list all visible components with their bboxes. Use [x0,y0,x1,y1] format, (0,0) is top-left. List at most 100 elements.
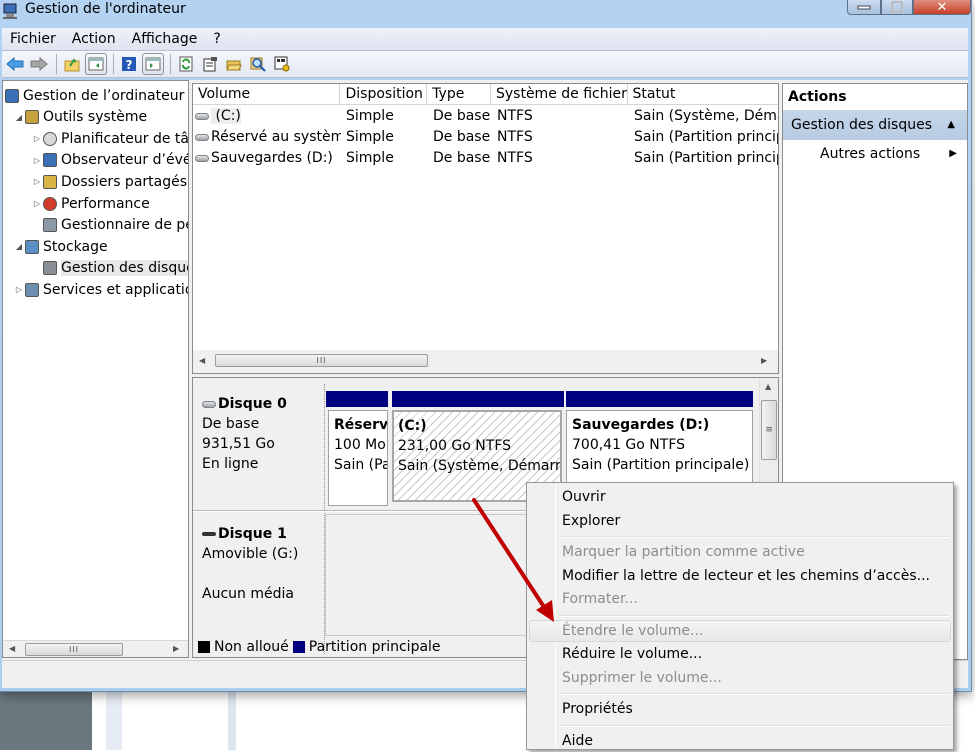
tree-item[interactable]: Gestion de l’ordinateur (l [5,85,188,106]
expanded-icon[interactable]: ◢ [13,242,25,251]
menu-view[interactable]: Affichage [124,31,206,47]
legend-primary-swatch [292,641,305,653]
column-header-type[interactable]: Type [427,84,491,105]
scrollbar-thumb[interactable]: III [25,643,123,656]
disk-1-label[interactable]: Disque 1 Amovible (G:) Aucun média [193,524,323,604]
tree-item[interactable]: ◢ Outils système [13,107,147,128]
partition-info: (C:) 231,00 Go NTFS Sain (Système, Démar… [394,412,560,476]
services-icon [25,282,39,297]
cell-volume: (C:) [211,108,241,124]
menu-item-ouvrir[interactable]: Ouvrir [529,486,951,508]
forward-arrow-icon [30,57,48,71]
disk-management-icon [43,261,57,276]
menu-help[interactable]: ? [205,31,228,47]
tree-item[interactable]: Gestionnaire de pé [31,215,188,236]
collapsed-icon[interactable]: ▷ [31,156,43,165]
search-button[interactable] [247,53,269,75]
clock-icon [43,131,57,146]
more-actions-label: Autres actions [820,146,921,162]
partition-size: 231,00 Go NTFS [398,438,512,454]
tree-item[interactable]: ◢ Stockage [13,236,108,257]
show-hide-console-tree-button[interactable] [85,53,107,75]
tree-item[interactable]: ▷ Planificateur de tâc [31,128,188,149]
help-button[interactable]: ? [118,53,140,75]
partition-name: Sauvegardes (D:) [572,417,710,433]
tree-item[interactable]: ▷ Observateur d’évér [31,150,188,171]
up-level-button[interactable] [61,53,83,75]
menu-separator [559,724,949,727]
column-header-disposition[interactable]: Disposition [340,84,428,105]
back-button[interactable] [4,53,26,75]
menu-item-explorer[interactable]: Explorer [529,510,951,532]
menu-item-supprimer-le-volume[interactable]: Supprimer le volume... [529,667,951,689]
menu-item-etendre-le-volume[interactable]: Étendre le volume... [529,619,951,642]
open-button[interactable] [223,53,245,75]
volume-icon [195,154,209,162]
cell-status: Sain (Système, Démarrer [634,108,778,124]
forward-button[interactable] [28,53,50,75]
partition-reserved[interactable]: Réservé au système 100 Mo NTFS Sain (Par… [328,410,388,506]
menu-file[interactable]: Fichier [2,31,64,47]
scroll-up-icon[interactable]: ▲ [765,382,771,391]
menu-item-proprietes[interactable]: Propriétés [529,698,951,720]
collapsed-icon[interactable]: ▷ [13,285,25,294]
tree-item[interactable]: ▷ Dossiers partagés [31,171,187,192]
partition-name: (C:) [398,418,427,434]
cell-disposition: Simple [346,150,394,166]
menu-item-marquer-la-partition-comme-active[interactable]: Marquer la partition comme active [529,541,951,563]
svg-text:?: ? [126,58,133,72]
legend-unallocated-label: Non alloué [214,639,289,655]
collapsed-icon[interactable]: ▷ [31,134,43,143]
show-hide-console-tree-icon [88,57,104,71]
volume-row[interactable]: Réservé au système Simple De base NTFS Sain … [193,127,778,148]
scrollbar-thumb[interactable]: III [215,354,428,367]
tree-item-label: Outils système [43,109,148,126]
scrollbar-thumb[interactable]: ≡ [761,400,777,460]
collapsed-icon[interactable]: ▷ [31,199,43,208]
disk-kind: Amovible (G:) [202,546,299,562]
actions-more-actions[interactable]: Autres actions ▶ [783,140,967,168]
volume-row[interactable]: (C:) Simple De base NTFS Sain (Système, Déma… [193,106,778,127]
menu-item-aide[interactable]: Aide [529,730,951,752]
menu-item-formater[interactable]: Formater... [529,588,951,610]
column-header-filesystem[interactable]: Système de fichiers [491,84,628,105]
volume-row[interactable]: Sauvegardes (D:) Simple De base NTFS Sain (P… [193,148,778,169]
show-hide-action-pane-button[interactable] [142,53,164,75]
scroll-right-icon[interactable]: ▶ [173,644,179,653]
cell-fs: NTFS [497,150,533,166]
partition-info: Sauvegardes (D:) 700,41 Go NTFS Sain (Pa… [567,411,752,475]
properties-button[interactable] [199,53,221,75]
computer-management-icon [5,88,19,103]
tree-item[interactable]: ▷ Services et applicatior [13,279,188,300]
scroll-left-icon[interactable]: ◀ [9,644,15,653]
scroll-right-icon[interactable]: ▶ [761,356,767,365]
close-button[interactable]: ✕ [913,0,971,15]
refresh-button[interactable] [175,53,197,75]
scroll-left-icon[interactable]: ◀ [199,356,205,365]
actions-section-disk-management[interactable]: Gestion des disques ▲ [783,110,967,140]
title-bar[interactable]: Gestion de l'ordinateur ✕ [0,0,971,26]
expanded-icon[interactable]: ◢ [13,113,25,122]
menu-action[interactable]: Action [64,31,124,47]
settings-button[interactable] [271,53,293,75]
collapsed-icon[interactable]: ▷ [31,177,43,186]
maximize-button[interactable] [881,0,913,15]
tree-horizontal-scrollbar[interactable]: ◀ III ▶ [3,640,188,657]
console-tree: Gestion de l’ordinateur (l ◢ Outils systèm… [2,80,189,658]
disk-0-label[interactable]: Disque 0 De base 931,51 Go En ligne [193,394,323,474]
tree-item[interactable]: ▷ Performance [31,193,150,214]
volume-list-horizontal-scrollbar[interactable]: ◀ III ▶ [193,350,778,373]
submenu-arrow-icon: ▶ [949,148,957,159]
maximize-icon [891,1,903,13]
column-header-status[interactable]: Statut [628,84,778,105]
back-arrow-icon [6,57,24,71]
computer-management-icon [3,3,17,19]
cell-volume-container: Sauvegardes (D:) [193,148,341,169]
partition-bar [392,391,564,407]
menu-item-reduire-le-volume[interactable]: Réduire le volume... [529,643,951,665]
tree-item[interactable]: Gestion des disque [31,258,188,279]
menu-item-modifier-la-lettre-de-lecteur-et-les-chemins-d-acces[interactable]: Modifier la lettre de lecteur et les che… [529,565,951,587]
column-header-volume[interactable]: Volume [193,84,341,105]
minimize-icon [857,5,871,10]
minimize-button[interactable] [847,0,881,15]
